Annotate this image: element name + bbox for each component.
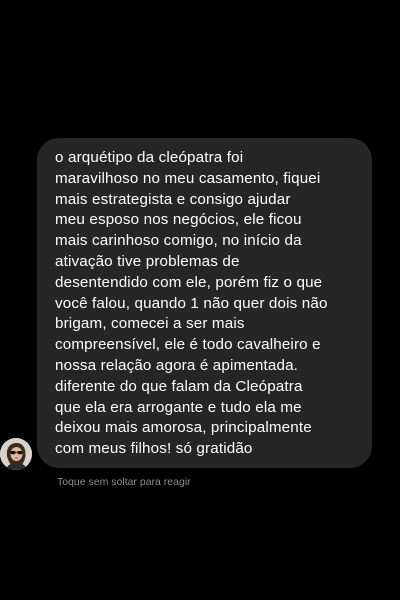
sender-avatar[interactable] [0, 438, 32, 470]
message-line: desentendido com ele, porém fiz o que [55, 273, 323, 291]
message-line: maravilhoso no meu casamento, fiquei [55, 169, 321, 187]
message-line: nossa relação agora é apimentada. [55, 356, 299, 374]
profile-photo-icon [0, 438, 32, 470]
message-line: com meus filhos! só gratidão [55, 440, 253, 458]
message-bubble[interactable]: o arquétipo da cleópatra foi maravilhoso… [37, 138, 372, 468]
message-line: meu esposo nos negócios, ele ficou [55, 211, 302, 229]
message-line: o arquétipo da cleópatra foi [55, 149, 244, 166]
message-line: deixou mais amorosa, principalmente [55, 419, 312, 437]
message-line: que ela era arrogante e tudo ela me [55, 398, 302, 416]
message-text: o arquétipo da cleópatra foi maravilhoso… [55, 148, 362, 460]
dm-screen: o arquétipo da cleópatra foi maravilhoso… [0, 0, 400, 600]
message-line: brigam, comecei a ser mais [55, 315, 245, 333]
message-line: mais carinhoso comigo, no início da [55, 232, 302, 250]
message-line: você falou, quando 1 não quer dois não [55, 294, 328, 312]
message-line: diferente do que falam da Cleópatra [55, 377, 303, 395]
message-line: mais estrategista e consigo ajudar [55, 190, 291, 208]
message-line: ativação tive problemas de [55, 252, 240, 270]
reaction-hint: Toque sem soltar para reagir [57, 476, 191, 488]
message-line: compreensível, ele é todo cavalheiro e [55, 336, 321, 354]
